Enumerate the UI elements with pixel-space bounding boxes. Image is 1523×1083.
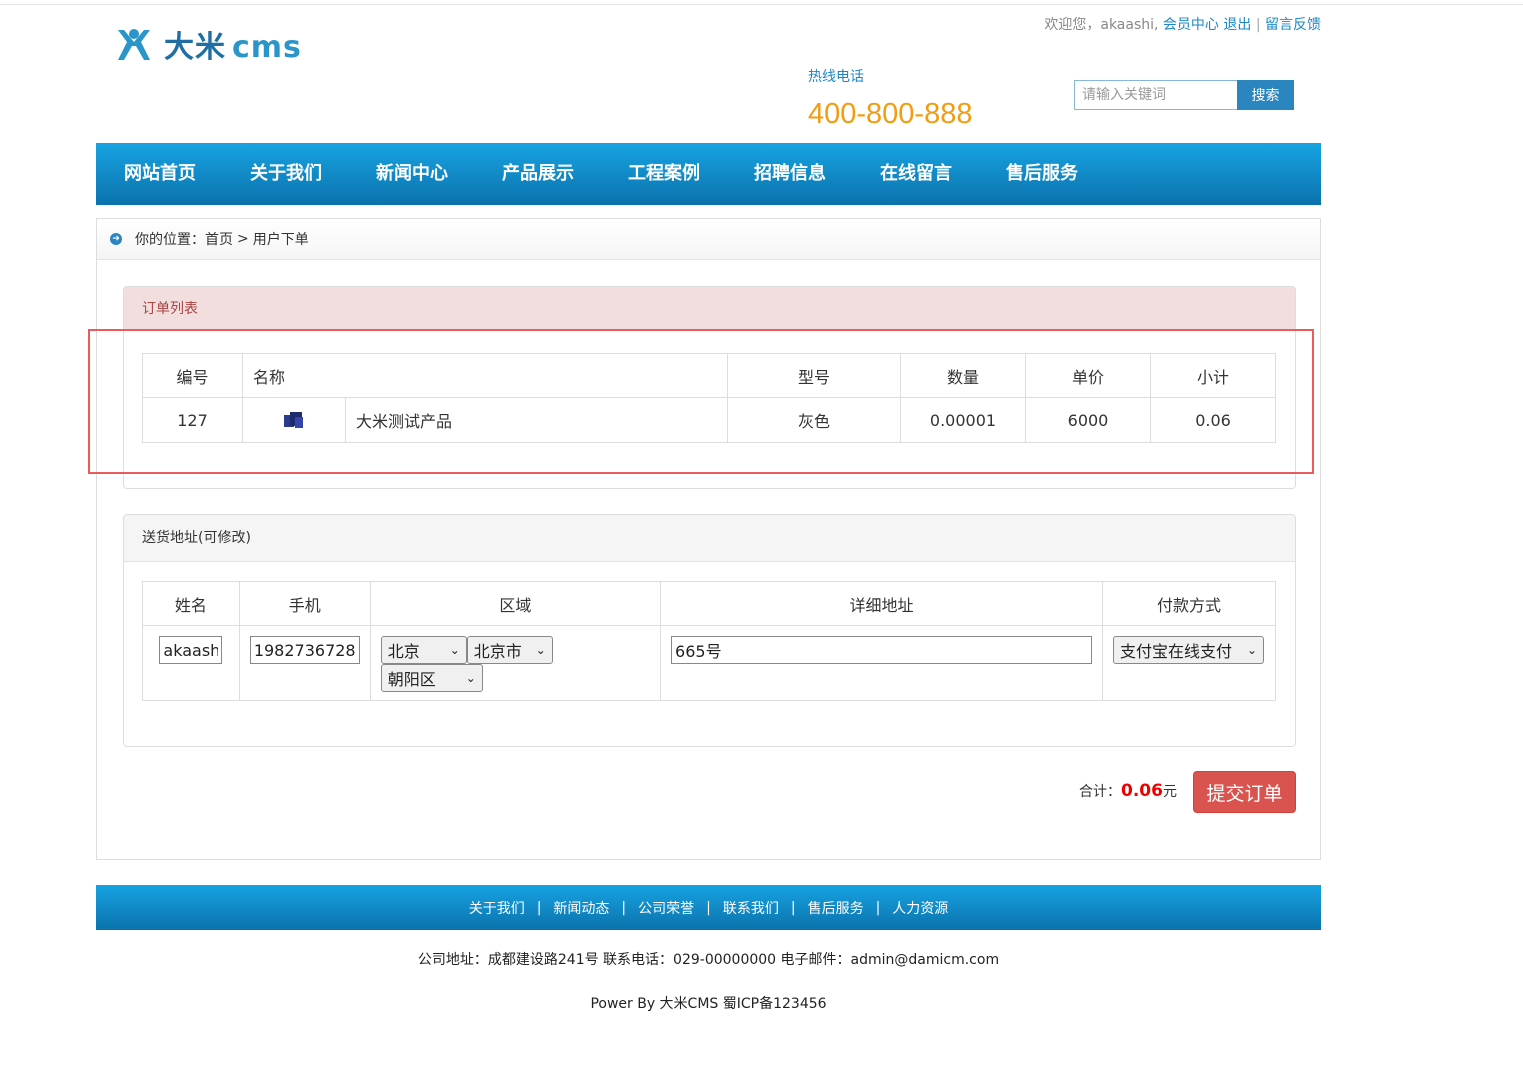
main-content: ➜ 你的位置： 首页 > 用户下单 订单列表 编号 名称 型号 数量 单价 小计… [96, 218, 1321, 860]
column-header: 手机 [238, 581, 371, 626]
breadcrumb: ➜ 你的位置： 首页 > 用户下单 [97, 219, 1320, 260]
footer-link-honors[interactable]: 公司荣誉 [638, 898, 694, 918]
nav-item-cases[interactable]: 工程案例 [628, 143, 754, 205]
divider: | [1255, 17, 1261, 33]
footer-powered-by: Power By 大米CMS 蜀ICP备123456 [590, 996, 827, 1012]
nav-item-jobs[interactable]: 招聘信息 [754, 143, 880, 205]
footer-link-hr[interactable]: 人力资源 [892, 898, 948, 918]
divider: | [621, 899, 627, 916]
product-name[interactable]: 大米测试产品 [345, 397, 728, 443]
shipping-table-header: 姓名 手机 区域 详细地址 付款方式 [142, 581, 1276, 626]
payment-select[interactable]: 支付宝在线支付 ⌄ [1113, 636, 1264, 664]
address-cell [660, 625, 1103, 701]
nav-item-home[interactable]: 网站首页 [124, 143, 250, 205]
column-header: 姓名 [142, 581, 240, 626]
district-value: 朝阳区 [387, 670, 436, 689]
order-table-header: 编号 名称 型号 数量 单价 小计 [142, 353, 1276, 398]
breadcrumb-home[interactable]: 首页 [205, 229, 233, 249]
chevron-down-icon: ⌄ [535, 643, 546, 657]
table-row: 北京 ⌄ 北京市 ⌄ 朝阳区 ⌄ 支付宝在线支付 ⌄ [142, 625, 1276, 701]
chevron-down-icon: ⌄ [449, 643, 460, 657]
name-cell [142, 625, 240, 701]
column-header: 区域 [369, 581, 662, 626]
chevron-down-icon: ⌄ [1246, 643, 1257, 657]
city-value: 北京市 [473, 642, 522, 661]
payment-cell: 支付宝在线支付 ⌄ [1102, 625, 1276, 701]
shipping-panel: 送货地址(可修改) 姓名 手机 区域 详细地址 付款方式 akaashi 198… [123, 514, 1296, 747]
payment-value: 支付宝在线支付 [1120, 642, 1233, 661]
divider: | [790, 899, 796, 916]
order-panel-title: 订单列表 [124, 287, 1295, 331]
welcome-text: 欢迎您，akaashi, [1044, 17, 1159, 33]
logout-link[interactable]: 退出 [1223, 17, 1251, 33]
footer-address: 公司地址：成都建设路241号 联系电话：029-00000000 电子邮件：ad… [417, 952, 1000, 968]
footer-nav: 关于我们 | 新闻动态 | 公司荣誉 | 联系我们 | 售后服务 | 人力资源 [96, 885, 1321, 930]
hotline-number: 400-800-888 [808, 98, 973, 130]
phone-field[interactable] [249, 636, 360, 664]
order-id: 127 [142, 397, 243, 443]
total-label: 合计： [1079, 784, 1121, 800]
phone-cell [238, 625, 371, 701]
top-divider [0, 4, 1523, 5]
currency-unit: 元 [1162, 784, 1177, 800]
order-table: 编号 名称 型号 数量 单价 小计 127 大米测试产品 灰色 0.00001 … [142, 353, 1276, 443]
member-center-link[interactable]: 会员中心 [1163, 17, 1219, 33]
column-header: 详细地址 [660, 581, 1103, 626]
table-row: 127 大米测试产品 灰色 0.00001 6000 0.06 [142, 397, 1276, 443]
shipping-table: 姓名 手机 区域 详细地址 付款方式 北京 ⌄ 北京市 ⌄ 朝阳区 ⌄ [142, 581, 1276, 701]
nav-item-about[interactable]: 关于我们 [250, 143, 376, 205]
search-box: 搜索 [1074, 80, 1294, 110]
product-subtotal: 0.06 [1150, 397, 1276, 443]
nav-item-news[interactable]: 新闻中心 [376, 143, 502, 205]
search-button[interactable]: 搜索 [1237, 80, 1294, 110]
nav-item-service[interactable]: 售后服务 [1006, 143, 1132, 205]
product-model: 灰色 [727, 397, 901, 443]
province-value: 北京 [387, 642, 420, 661]
total-value: 0.06 [1121, 781, 1163, 801]
product-thumbnail-icon[interactable] [283, 411, 305, 429]
address-field[interactable] [671, 636, 1093, 664]
column-header: 名称 [242, 353, 728, 398]
arrow-circle-icon: ➜ [110, 233, 122, 245]
nav-item-products[interactable]: 产品展示 [502, 143, 628, 205]
main-nav: 网站首页 关于我们 新闻中心 产品展示 工程案例 招聘信息 在线留言 售后服务 [96, 143, 1321, 205]
logo-text: 大米 cms [164, 30, 302, 65]
order-total: 合计：0.06元 [1079, 781, 1177, 801]
column-header: 小计 [1150, 353, 1276, 398]
footer-link-about[interactable]: 关于我们 [469, 898, 525, 918]
divider: | [536, 899, 542, 916]
district-select[interactable]: 朝阳区 ⌄ [380, 664, 483, 692]
name-field[interactable] [159, 636, 223, 664]
city-select[interactable]: 北京市 ⌄ [466, 636, 553, 664]
column-header: 单价 [1025, 353, 1151, 398]
footer-link-news[interactable]: 新闻动态 [553, 898, 609, 918]
chevron-down-icon: ⌄ [465, 671, 476, 685]
search-input[interactable] [1074, 80, 1237, 110]
footer-link-contact[interactable]: 联系我们 [723, 898, 779, 918]
product-quantity: 0.00001 [900, 397, 1026, 443]
submit-order-button[interactable]: 提交订单 [1193, 771, 1296, 813]
column-header: 编号 [142, 353, 243, 398]
divider: | [875, 899, 881, 916]
product-price: 6000 [1025, 397, 1151, 443]
breadcrumb-separator: > [237, 231, 249, 247]
logo-icon [118, 29, 150, 60]
province-select[interactable]: 北京 ⌄ [380, 636, 467, 664]
breadcrumb-prefix: 你的位置： [135, 232, 205, 248]
breadcrumb-current: 用户下单 [252, 232, 309, 248]
logo[interactable]: 大米 cms [114, 22, 302, 66]
column-header: 数量 [900, 353, 1026, 398]
shipping-panel-title: 送货地址(可修改) [124, 515, 1295, 562]
hotline-label: 热线电话 [808, 69, 864, 85]
column-header: 付款方式 [1102, 581, 1276, 626]
feedback-link[interactable]: 留言反馈 [1265, 17, 1321, 33]
footer-link-service[interactable]: 售后服务 [808, 898, 864, 918]
user-welcome: 欢迎您，akaashi, 会员中心 退出 | 留言反馈 [1044, 14, 1321, 34]
nav-item-message[interactable]: 在线留言 [880, 143, 1006, 205]
column-header: 型号 [727, 353, 901, 398]
divider: | [706, 899, 711, 916]
region-cell: 北京 ⌄ 北京市 ⌄ 朝阳区 ⌄ [369, 625, 662, 701]
order-panel: 订单列表 编号 名称 型号 数量 单价 小计 127 大米测试产品 灰色 0.0… [123, 286, 1296, 489]
product-thumbnail-cell[interactable] [242, 397, 346, 443]
